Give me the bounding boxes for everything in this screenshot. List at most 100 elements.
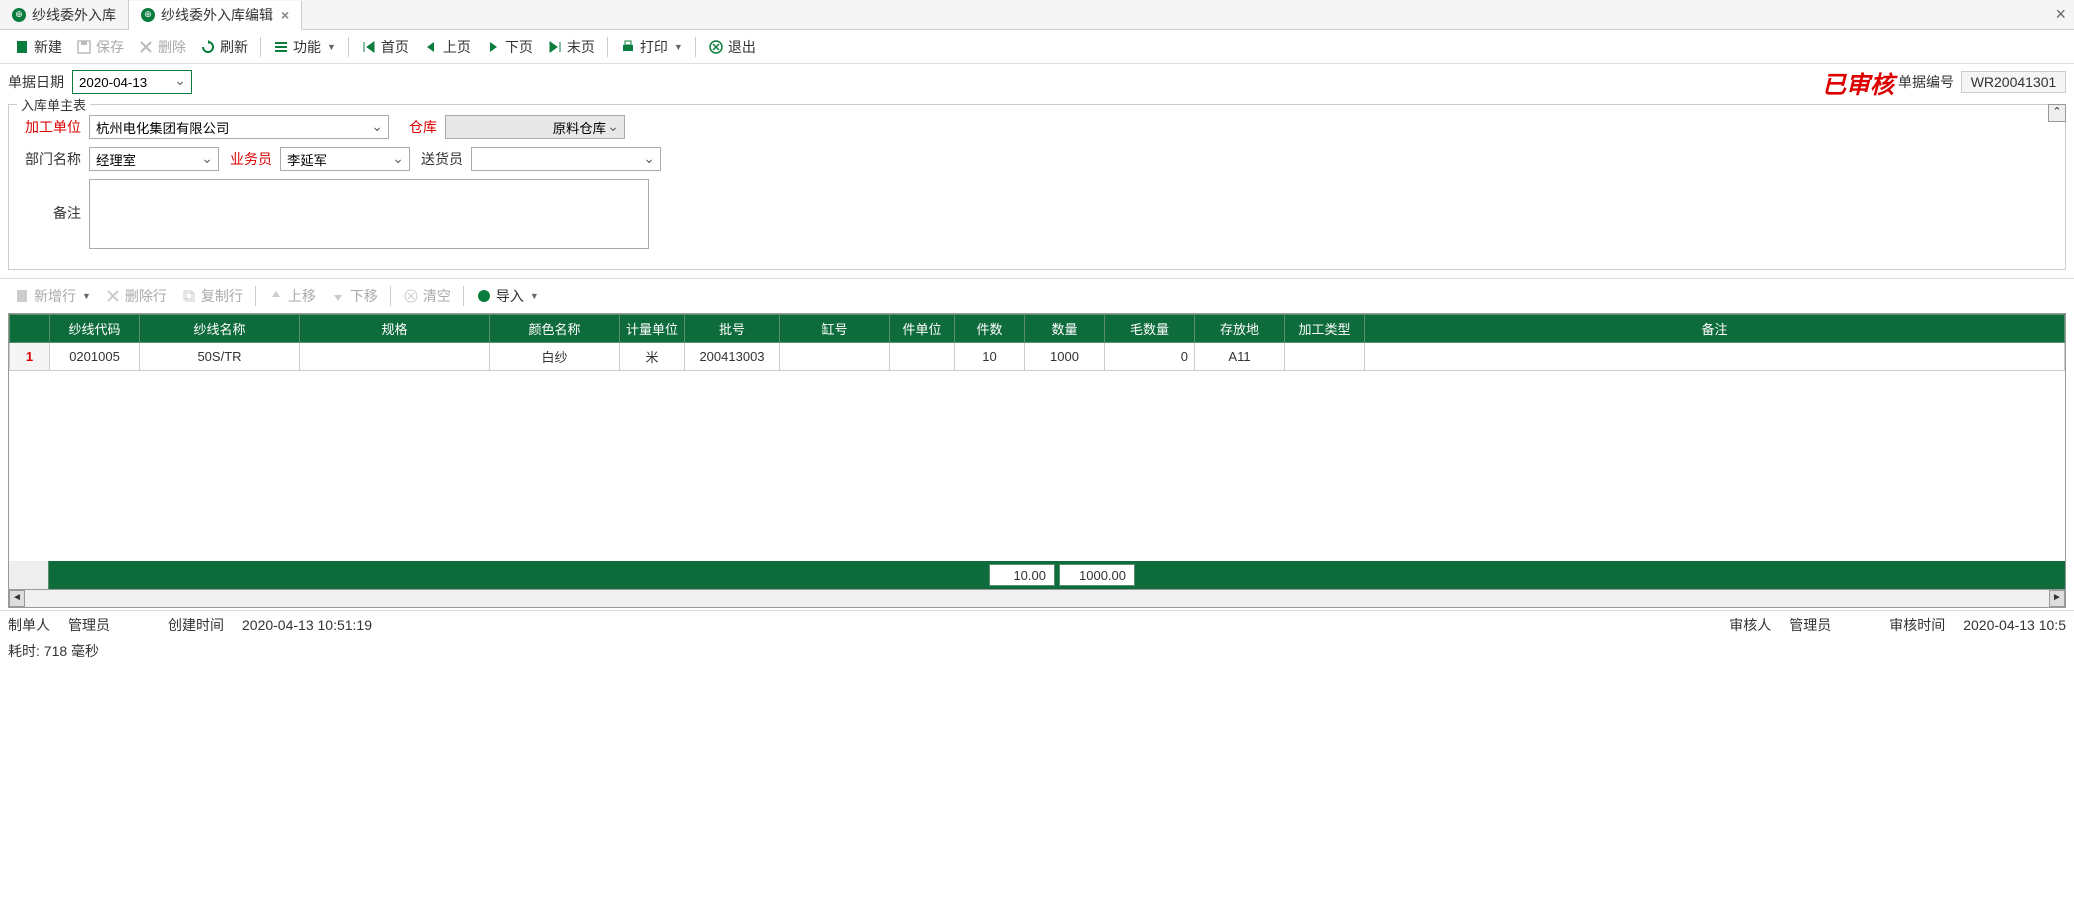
grid-footer: 10.00 1000.00	[9, 561, 2065, 589]
collapse-button[interactable]: ⌃	[2048, 104, 2066, 122]
row-number: 1	[10, 343, 50, 371]
cell-gross[interactable]: 0	[1105, 343, 1195, 371]
grid-header[interactable]: 存放地	[1195, 315, 1285, 343]
move-down-button[interactable]: 下移	[324, 283, 384, 309]
processor-input[interactable]	[89, 115, 389, 139]
cell-spec[interactable]	[300, 343, 490, 371]
prev-page-button[interactable]: 上页	[417, 34, 477, 60]
delete-icon	[138, 39, 154, 55]
grid-header-row: 纱线代码 纱线名称 规格 颜色名称 计量单位 批号 缸号 件单位 件数 数量 毛…	[10, 315, 2065, 343]
warehouse-label: 仓库	[397, 117, 437, 137]
function-button[interactable]: 功能 ▼	[267, 34, 342, 60]
cell-batch[interactable]: 200413003	[685, 343, 780, 371]
save-icon	[76, 39, 92, 55]
import-button[interactable]: 导入 ▼	[470, 283, 545, 309]
cell-location[interactable]: A11	[1195, 343, 1285, 371]
doc-no-value: WR20041301	[1961, 71, 2066, 93]
grid-header[interactable]: 规格	[300, 315, 490, 343]
move-up-button[interactable]: 上移	[262, 283, 322, 309]
remark-textarea[interactable]	[89, 179, 649, 249]
audit-time-value: 2020-04-13 10:5	[1963, 617, 2066, 633]
window-close-icon[interactable]: ×	[2055, 4, 2066, 25]
first-page-button[interactable]: 首页	[355, 34, 415, 60]
next-icon	[485, 39, 501, 55]
delete-row-button[interactable]: 删除行	[99, 283, 173, 309]
grid-header[interactable]: 毛数量	[1105, 315, 1195, 343]
cell-remark[interactable]	[1365, 343, 2065, 371]
last-page-button[interactable]: 末页	[541, 34, 601, 60]
audit-time-label: 审核时间	[1889, 615, 1945, 635]
chevron-down-icon: ▼	[530, 291, 539, 301]
add-row-button[interactable]: 新增行 ▼	[8, 283, 97, 309]
cell-qty[interactable]: 1000	[1025, 343, 1105, 371]
cell-proc-type[interactable]	[1285, 343, 1365, 371]
data-grid: 纱线代码 纱线名称 规格 颜色名称 计量单位 批号 缸号 件单位 件数 数量 毛…	[8, 313, 2066, 590]
footer-pieces-total: 10.00	[989, 564, 1055, 586]
remark-label: 备注	[21, 179, 81, 223]
exit-icon	[708, 39, 724, 55]
tab-label: 纱线委外入库	[32, 5, 116, 25]
copy-icon	[181, 288, 197, 304]
print-button[interactable]: 打印 ▼	[614, 34, 689, 60]
table-row[interactable]: 1 0201005 50S/TR 白纱 米 200413003 10 1000 …	[10, 343, 2065, 371]
cell-piece-unit[interactable]	[890, 343, 955, 371]
deliverer-input[interactable]	[471, 147, 661, 171]
cell-color[interactable]: 白纱	[490, 343, 620, 371]
chevron-down-icon: ▼	[82, 291, 91, 301]
date-input[interactable]	[72, 70, 192, 94]
next-page-button[interactable]: 下页	[479, 34, 539, 60]
tab-inbound-edit[interactable]: ⊕ 纱线委外入库编辑 ×	[129, 1, 302, 30]
refresh-button[interactable]: 刷新	[194, 34, 254, 60]
grid-header[interactable]: 件单位	[890, 315, 955, 343]
grid-header[interactable]: 备注	[1365, 315, 2065, 343]
scroll-left-icon[interactable]: ◄	[9, 590, 25, 607]
sales-input[interactable]	[280, 147, 410, 171]
grid-header[interactable]: 缸号	[780, 315, 890, 343]
close-icon[interactable]: ×	[281, 7, 289, 23]
doc-no-label: 单据编号	[1898, 72, 1954, 92]
horizontal-scrollbar[interactable]: ◄ ►	[8, 590, 2066, 608]
grid-header[interactable]: 颜色名称	[490, 315, 620, 343]
exit-button[interactable]: 退出	[702, 34, 762, 60]
tabs-bar: ⊕ 纱线委外入库 ⊕ 纱线委外入库编辑 × ×	[0, 0, 2074, 30]
arrow-up-icon	[268, 288, 284, 304]
processor-label: 加工单位	[21, 117, 81, 137]
dept-input[interactable]	[89, 147, 219, 171]
new-button[interactable]: 新建	[8, 34, 68, 60]
grid-header[interactable]: 加工类型	[1285, 315, 1365, 343]
main-toolbar: 新建 保存 删除 刷新 功能 ▼ 首页 上页 下页 末页 打印 ▼	[0, 30, 2074, 64]
clear-button[interactable]: 清空	[397, 283, 457, 309]
grid-header[interactable]: 件数	[955, 315, 1025, 343]
copy-row-button[interactable]: 复制行	[175, 283, 249, 309]
status-bar: 制单人 管理员 创建时间 2020-04-13 10:51:19 审核人 管理员…	[0, 610, 2074, 639]
grid-header-rownum[interactable]	[10, 315, 50, 343]
tab-inbound-list[interactable]: ⊕ 纱线委外入库	[0, 0, 129, 29]
footer-corner	[9, 561, 49, 589]
separator	[260, 37, 261, 57]
creator-value: 管理员	[68, 615, 110, 635]
cell-yarn-code[interactable]: 0201005	[50, 343, 140, 371]
tab-label: 纱线委外入库编辑	[161, 5, 273, 25]
warehouse-input[interactable]	[445, 115, 625, 139]
globe-icon: ⊕	[12, 8, 26, 22]
delete-icon	[105, 288, 121, 304]
globe-icon: ⊕	[141, 8, 155, 22]
cell-vat[interactable]	[780, 343, 890, 371]
grid-header[interactable]: 纱线名称	[140, 315, 300, 343]
cell-pieces[interactable]: 10	[955, 343, 1025, 371]
grid-header[interactable]: 数量	[1025, 315, 1105, 343]
separator	[255, 286, 256, 306]
delete-button[interactable]: 删除	[132, 34, 192, 60]
scroll-right-icon[interactable]: ►	[2049, 590, 2065, 607]
save-button[interactable]: 保存	[70, 34, 130, 60]
grid-empty-area	[9, 371, 2065, 561]
grid-header[interactable]: 纱线代码	[50, 315, 140, 343]
grid-header[interactable]: 批号	[685, 315, 780, 343]
footer-qty-total: 1000.00	[1059, 564, 1135, 586]
last-icon	[547, 39, 563, 55]
grid-header[interactable]: 计量单位	[620, 315, 685, 343]
cell-yarn-name[interactable]: 50S/TR	[140, 343, 300, 371]
timing-info: 耗时: 718 毫秒	[0, 639, 2074, 663]
creator-label: 制单人	[8, 615, 50, 635]
cell-unit[interactable]: 米	[620, 343, 685, 371]
